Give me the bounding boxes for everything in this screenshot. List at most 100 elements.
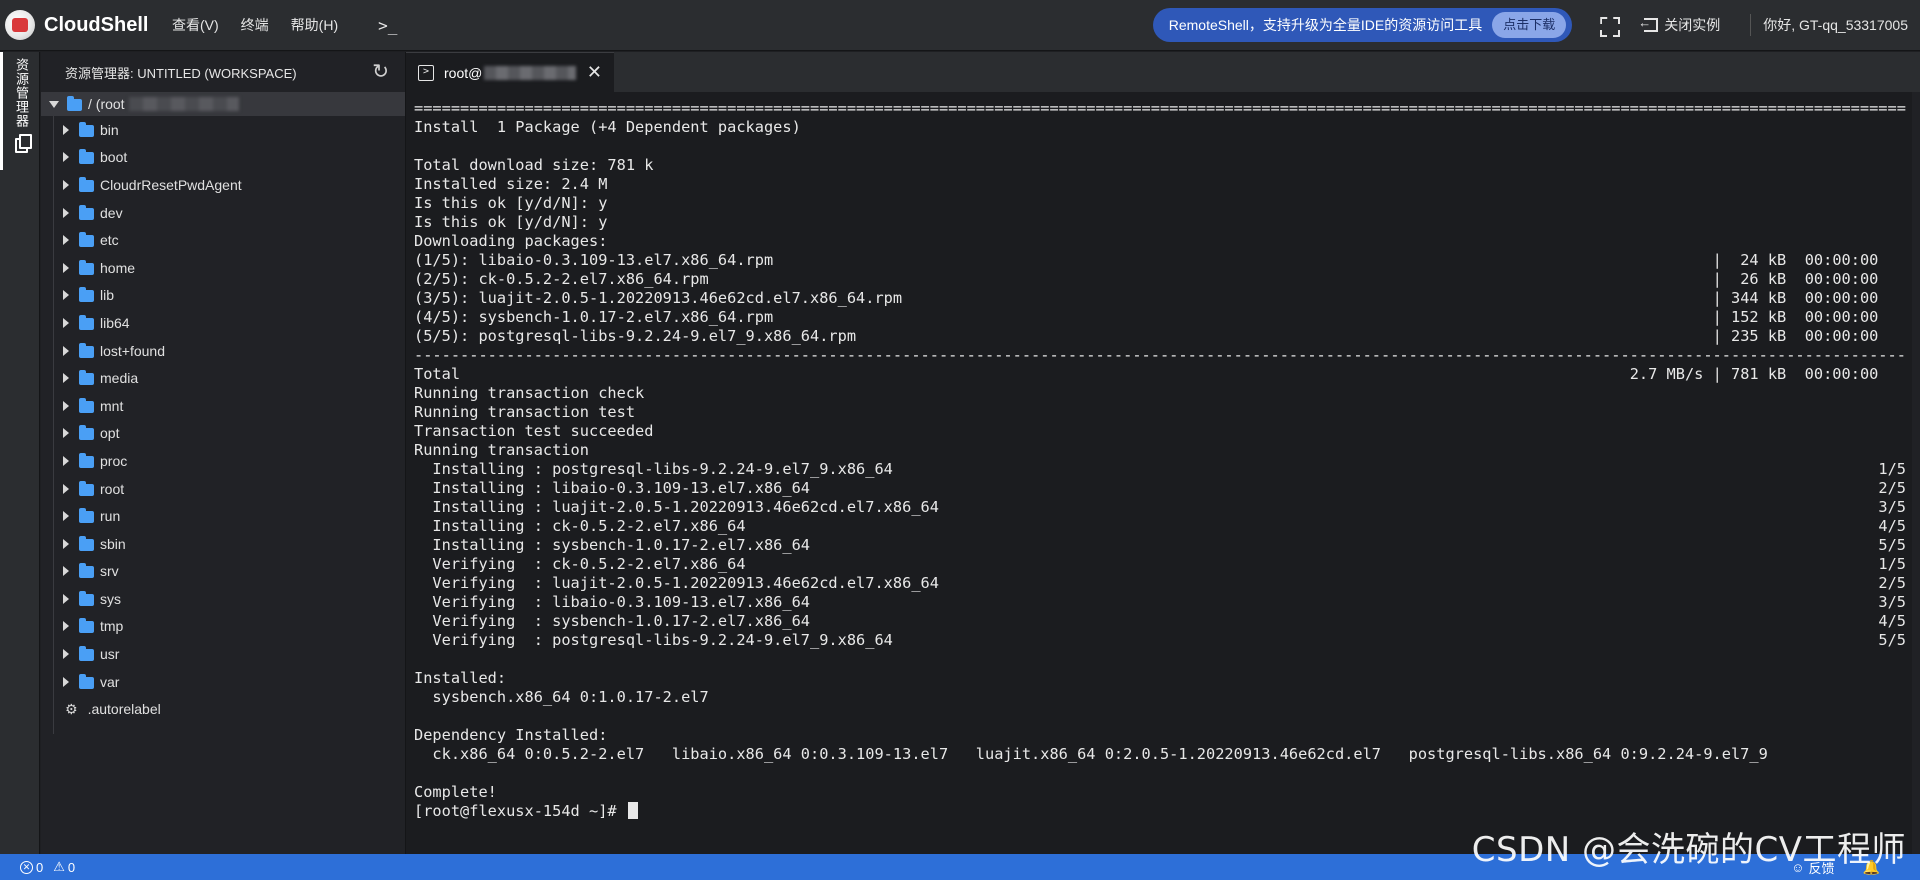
terminal-line-text: Installing : sysbench-1.0.17-2.el7.x86_6… [414, 536, 811, 554]
terminal-icon: > [418, 64, 434, 81]
tree-folder[interactable]: var [41, 668, 405, 696]
tree-folder[interactable]: opt [41, 420, 405, 448]
terminal-line: Installing : postgresql-libs-9.2.24-9.el… [414, 460, 1906, 479]
terminal-line: ck.x86_64 0:0.5.2-2.el7 libaio.x86_64 0:… [414, 745, 1906, 764]
activity-bar: 资源管理器 [0, 52, 40, 854]
terminal-line: Running transaction check [414, 384, 1906, 403]
tree-folder[interactable]: root [41, 475, 405, 503]
terminal-prompt-line[interactable]: [root@flexusx-154d ~]# [414, 802, 1906, 821]
folder-icon [79, 508, 94, 524]
tree-file[interactable]: ⚙ .autorelabel [41, 695, 405, 723]
app-name: CloudShell [44, 13, 149, 36]
terminal-line-text: (1/5): libaio-0.3.109-13.el7.x86_64.rpm [414, 251, 774, 269]
tree-folder[interactable]: tmp [41, 613, 405, 641]
terminal-cursor [627, 802, 638, 819]
folder-label: usr [100, 646, 120, 663]
folder-icon [79, 314, 94, 330]
feedback-icon: ☺ [1791, 859, 1805, 875]
terminal-line: Running transaction test [414, 403, 1906, 422]
terminal-line-text: Verifying : libaio-0.3.109-13.el7.x86_64 [414, 593, 811, 611]
close-icon[interactable]: ✕ [587, 62, 602, 83]
tree-folder[interactable]: media [41, 364, 405, 392]
terminal-panel: > root@ ✕ ==============================… [406, 52, 1920, 854]
tree-folder[interactable]: lib64 [41, 309, 405, 337]
terminal-line: Complete! [414, 783, 1906, 802]
chevron-right-icon [63, 511, 69, 522]
terminal-line-right: 1/5 [1878, 460, 1906, 478]
terminal-scrollbar[interactable] [1912, 92, 1920, 854]
folder-label: opt [100, 425, 120, 442]
cloudshell-window: CloudShell 查看(V) 终端 帮助(H) >_ RemoteShell… [0, 0, 1920, 880]
tree-folder[interactable]: usr [41, 640, 405, 668]
tree-folder[interactable]: home [41, 254, 405, 282]
tree-folder[interactable]: etc [41, 226, 405, 254]
terminal-line: Installing : luajit-2.0.5-1.20220913.46e… [414, 498, 1906, 517]
terminal-line-right: | 344 kB 00:00:00 [1712, 289, 1906, 307]
tree-folder[interactable]: sbin [41, 530, 405, 558]
terminal-tab[interactable]: > root@ ✕ [406, 52, 614, 92]
tree-root[interactable]: / (root [41, 92, 405, 116]
bell-icon[interactable]: 🔔 [1863, 859, 1880, 876]
folder-icon [79, 287, 94, 303]
download-button[interactable]: 点击下载 [1492, 12, 1567, 38]
terminal-line: Installed size: 2.4 M [414, 175, 1906, 194]
terminal-line-right: | 235 kB 00:00:00 [1712, 327, 1906, 345]
chevron-right-icon [63, 593, 69, 604]
terminal-line-text: Downloading packages: [414, 232, 608, 250]
feedback-button[interactable]: 反馈 [1809, 858, 1835, 877]
tree-folder[interactable]: mnt [41, 392, 405, 420]
terminal-line-text: Installing : postgresql-libs-9.2.24-9.el… [414, 460, 893, 478]
folder-icon [79, 646, 94, 662]
promo-text: RemoteShell，支持升级为全量IDE的资源访问工具 [1168, 17, 1483, 33]
problems-errors[interactable]: ✕ 0 [20, 860, 43, 875]
problems-warnings[interactable]: ⚠ 0 [53, 859, 75, 875]
folder-icon [79, 232, 94, 248]
chevron-right-icon [63, 373, 69, 384]
terminal-line-text: ----------------------------------------… [414, 346, 1906, 364]
tree-folder[interactable]: lib [41, 282, 405, 310]
folder-icon [79, 342, 94, 358]
terminal-line-text: Total [414, 365, 461, 383]
status-right: ☺ 反馈 🔔 [1791, 858, 1880, 877]
folder-label: sbin [100, 535, 126, 552]
chevron-right-icon [63, 676, 69, 687]
new-terminal-icon[interactable]: >_ [378, 16, 397, 35]
menu-help[interactable]: 帮助(H) [291, 15, 338, 35]
user-greeting[interactable]: 你好, GT-qq_53317005 [1763, 15, 1908, 35]
error-icon: ✕ [20, 860, 33, 874]
tree-folder[interactable]: srv [41, 558, 405, 586]
chevron-down-icon [49, 100, 59, 108]
terminal-line-text: Verifying : postgresql-libs-9.2.24-9.el7… [414, 631, 893, 649]
terminal-line-text: Verifying : sysbench-1.0.17-2.el7.x86_64 [414, 612, 811, 630]
tree-folder[interactable]: sys [41, 585, 405, 613]
tree-folder[interactable]: dev [41, 199, 405, 227]
tree-folder[interactable]: boot [41, 144, 405, 172]
terminal-line-text: Installing : libaio-0.3.109-13.el7.x86_6… [414, 479, 811, 497]
tree-children: bin boot CloudrResetPwdAgent dev etc home lib l… [41, 116, 405, 723]
menu-view[interactable]: 查看(V) [172, 15, 219, 35]
terminal-line-text: Installing : ck-0.5.2-2.el7.x86_64 [414, 517, 746, 535]
terminal-line: Is this ok [y/d/N]: y [414, 213, 1906, 232]
menu-terminal[interactable]: 终端 [241, 15, 269, 35]
folder-label: lib [100, 287, 115, 304]
fullscreen-icon[interactable] [1600, 17, 1616, 33]
close-instance-button[interactable]: 关闭实例 [1638, 15, 1720, 35]
remoteshell-promo: RemoteShell，支持升级为全量IDE的资源访问工具 点击下载 [1152, 8, 1573, 42]
files-icon [14, 134, 32, 153]
refresh-icon[interactable]: ↻ [372, 62, 389, 82]
terminal-line-right: 3/5 [1878, 593, 1906, 611]
terminal-line: (3/5): luajit-2.0.5-1.20220913.46e62cd.e… [414, 289, 1906, 308]
tree-folder[interactable]: run [41, 502, 405, 530]
chevron-right-icon [63, 538, 69, 549]
tree-folder[interactable]: bin [41, 116, 405, 144]
terminal-output[interactable]: ========================================… [414, 99, 1906, 844]
folder-label: proc [100, 452, 128, 469]
terminal-line: Installing : sysbench-1.0.17-2.el7.x86_6… [414, 536, 1906, 555]
activity-tab-explorer[interactable]: 资源管理器 [0, 52, 40, 170]
tree-folder[interactable]: proc [41, 447, 405, 475]
tree-folder[interactable]: CloudrResetPwdAgent [41, 171, 405, 199]
tree-folder[interactable]: lost+found [41, 337, 405, 365]
folder-label: lib64 [100, 314, 130, 331]
